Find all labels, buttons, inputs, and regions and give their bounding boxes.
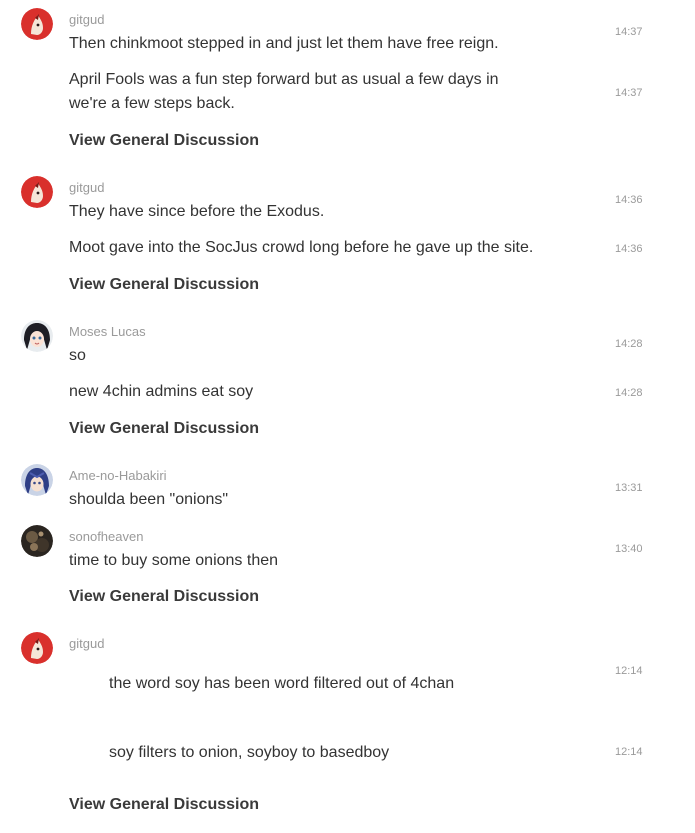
message-text: shoulda been "onions": [69, 491, 229, 508]
message-text: April Fools was a fun step forward but a…: [69, 71, 499, 112]
message-author[interactable]: gitgud: [69, 12, 104, 28]
anime-girl-avatar-icon[interactable]: [21, 320, 53, 352]
message-text: Then chinkmoot stepped in and just let t…: [69, 35, 499, 52]
message-text: soy filters to onion, soyboy to basedboy: [109, 744, 390, 761]
red-fox-avatar-icon[interactable]: [21, 8, 53, 40]
view-general-discussion-link[interactable]: View General Discussion: [69, 131, 259, 151]
red-fox-avatar-icon[interactable]: [21, 176, 53, 208]
message-timestamp: 13:40: [615, 543, 643, 555]
message-text: They have since before the Exodus.: [69, 203, 325, 220]
message-timestamp: 12:14: [615, 665, 643, 677]
view-general-discussion-link[interactable]: View General Discussion: [69, 795, 259, 815]
message-text: Moot gave into the SocJus crowd long bef…: [69, 239, 534, 256]
red-fox-avatar-icon[interactable]: [21, 632, 53, 664]
view-general-discussion-link[interactable]: View General Discussion: [69, 587, 259, 607]
view-general-discussion-link[interactable]: View General Discussion: [69, 419, 259, 439]
message-author[interactable]: gitgud: [69, 636, 104, 652]
message-text: so: [69, 347, 86, 364]
message-text: the word soy has been word filtered out …: [109, 675, 455, 692]
dark-figure-avatar-icon[interactable]: [21, 525, 53, 557]
message-timestamp: 13:31: [615, 482, 643, 494]
message-timestamp: 12:14: [615, 746, 643, 758]
message-text: new 4chin admins eat soy: [69, 383, 254, 400]
message-timestamp: 14:36: [615, 243, 643, 255]
view-general-discussion-link[interactable]: View General Discussion: [69, 275, 259, 295]
message-timestamp: 14:28: [615, 387, 643, 399]
message-timestamp: 14:37: [615, 26, 643, 38]
message-timestamp: 14:37: [615, 87, 643, 99]
blue-hair-avatar-icon[interactable]: [21, 464, 53, 496]
message-timestamp: 14:28: [615, 338, 643, 350]
message-text: time to buy some onions then: [69, 552, 279, 569]
chat-feed: gitgud Then chinkmoot stepped in and jus…: [0, 0, 695, 833]
message-author[interactable]: Ame-no-Habakiri: [69, 468, 167, 484]
message-author[interactable]: sonofheaven: [69, 529, 143, 545]
message-author[interactable]: gitgud: [69, 180, 104, 196]
message-author[interactable]: Moses Lucas: [69, 324, 146, 340]
message-timestamp: 14:36: [615, 194, 643, 206]
